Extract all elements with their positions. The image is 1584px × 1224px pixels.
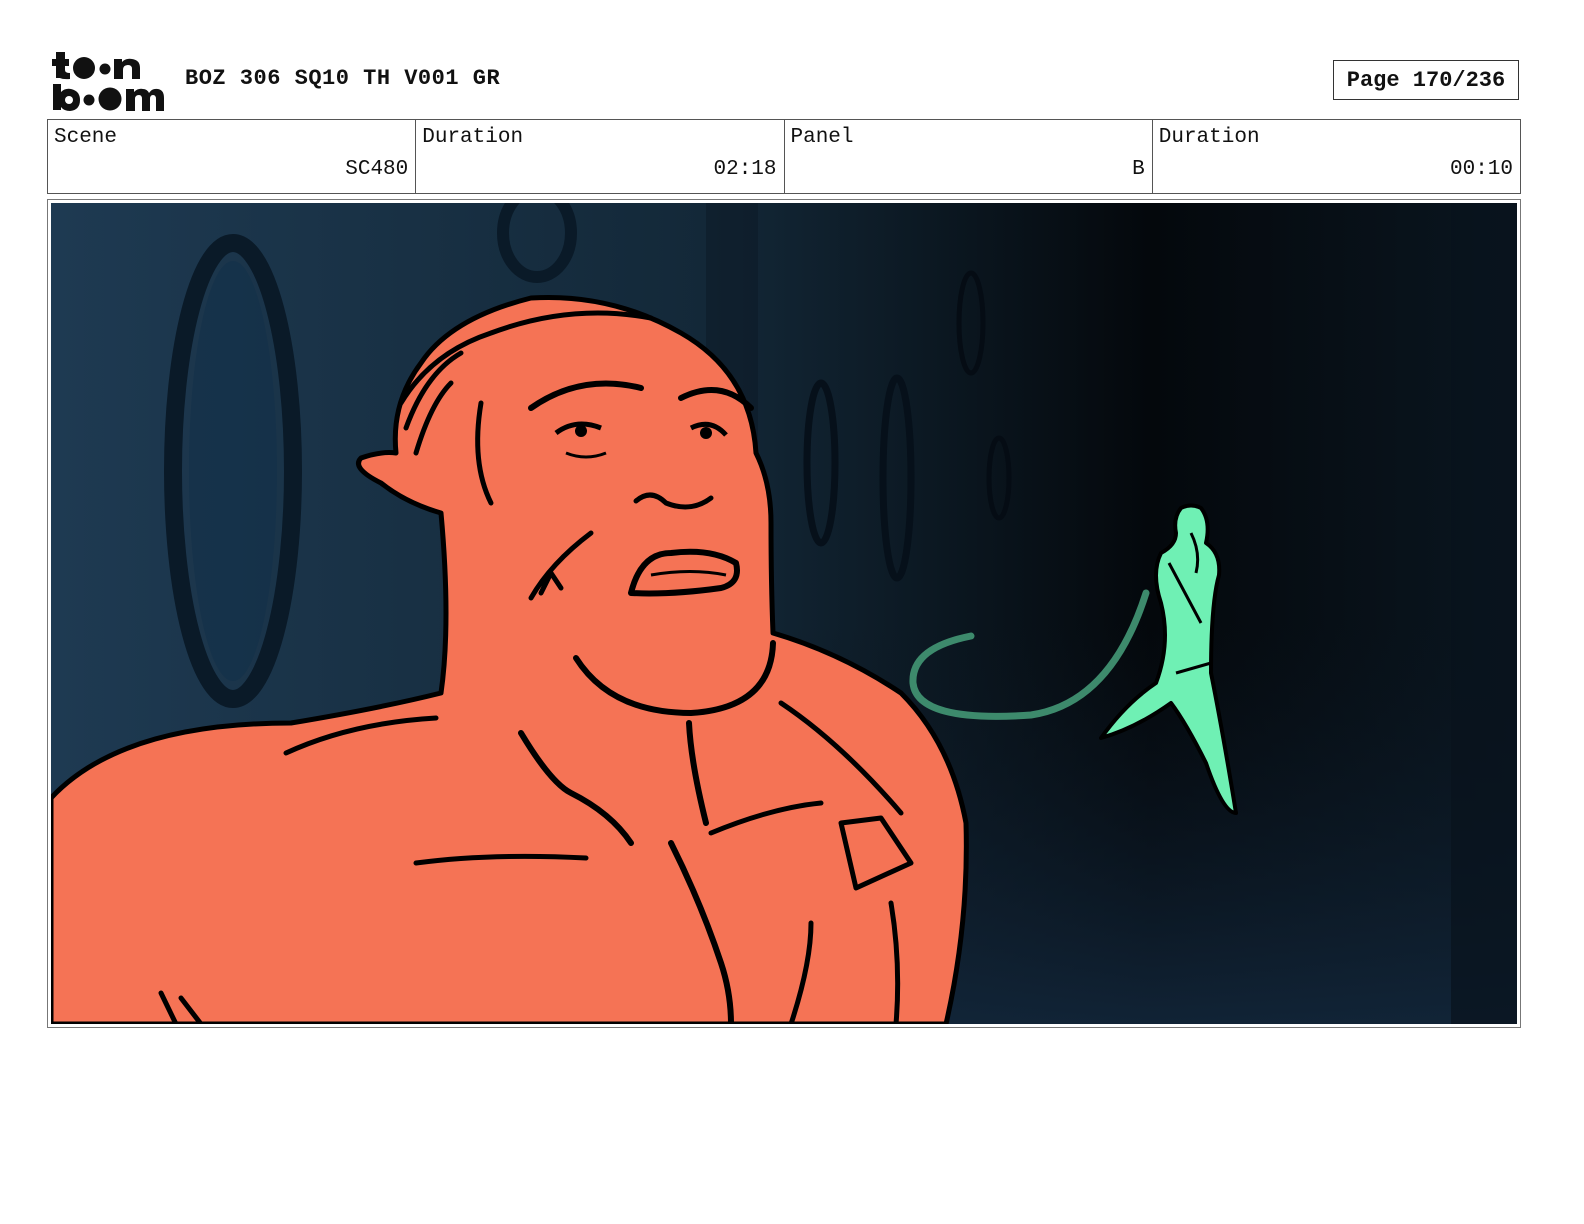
toon-boom-logo (52, 52, 164, 111)
scene-value: SC480 (345, 158, 409, 181)
scene-cell: Scene SC480 (48, 120, 417, 193)
panel-duration-cell: Duration 00:10 (1153, 120, 1520, 193)
scene-duration-label: Duration (422, 126, 524, 149)
panel-duration-label: Duration (1158, 126, 1260, 149)
document-title: BOZ 306 SQ10 TH V001 GR (185, 66, 501, 91)
corridor-right-wall (1451, 203, 1517, 1024)
panel-value: B (1132, 158, 1145, 181)
storyboard-panel-image (51, 203, 1517, 1024)
character-eye-right (700, 427, 712, 439)
scene-duration-cell: Duration 02:18 (416, 120, 785, 193)
panel-duration-value: 00:10 (1449, 158, 1513, 181)
panel-info-table: Scene SC480 Duration 02:18 Panel B Durat… (47, 119, 1521, 194)
scene-label: Scene (54, 126, 118, 149)
storyboard-drawing (51, 203, 1517, 1024)
panel-label: Panel (790, 126, 854, 149)
panel-cell: Panel B (785, 120, 1153, 193)
scene-duration-value: 02:18 (713, 158, 777, 181)
character-eye-left (575, 425, 587, 437)
page-indicator: Page 170/236 (1333, 60, 1519, 100)
